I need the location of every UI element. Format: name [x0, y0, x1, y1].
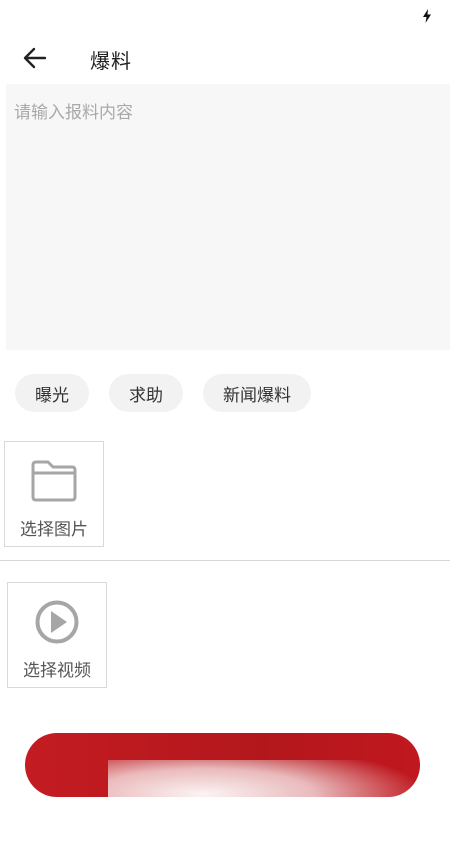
folder-icon [29, 459, 79, 503]
play-circle-icon [32, 600, 82, 644]
select-video-button[interactable]: 选择视频 [7, 582, 107, 688]
submit-button[interactable] [25, 733, 420, 797]
back-button[interactable] [18, 42, 52, 74]
select-image-button[interactable]: 选择图片 [4, 441, 104, 547]
report-content-input[interactable] [6, 84, 450, 350]
top-bar: 爆料 [0, 32, 450, 84]
category-tags: 曝光 求助 新闻爆料 [15, 374, 311, 412]
tag-help[interactable]: 求助 [109, 374, 183, 412]
status-bar [0, 0, 450, 32]
page-title: 爆料 [90, 49, 132, 73]
tag-news-tip[interactable]: 新闻爆料 [203, 374, 311, 412]
charging-bolt-icon [423, 9, 431, 23]
select-image-label: 选择图片 [20, 520, 88, 540]
arrow-left-icon [23, 47, 47, 69]
select-video-label: 选择视频 [23, 661, 91, 681]
section-divider [0, 560, 450, 561]
tag-exposure[interactable]: 曝光 [15, 374, 89, 412]
